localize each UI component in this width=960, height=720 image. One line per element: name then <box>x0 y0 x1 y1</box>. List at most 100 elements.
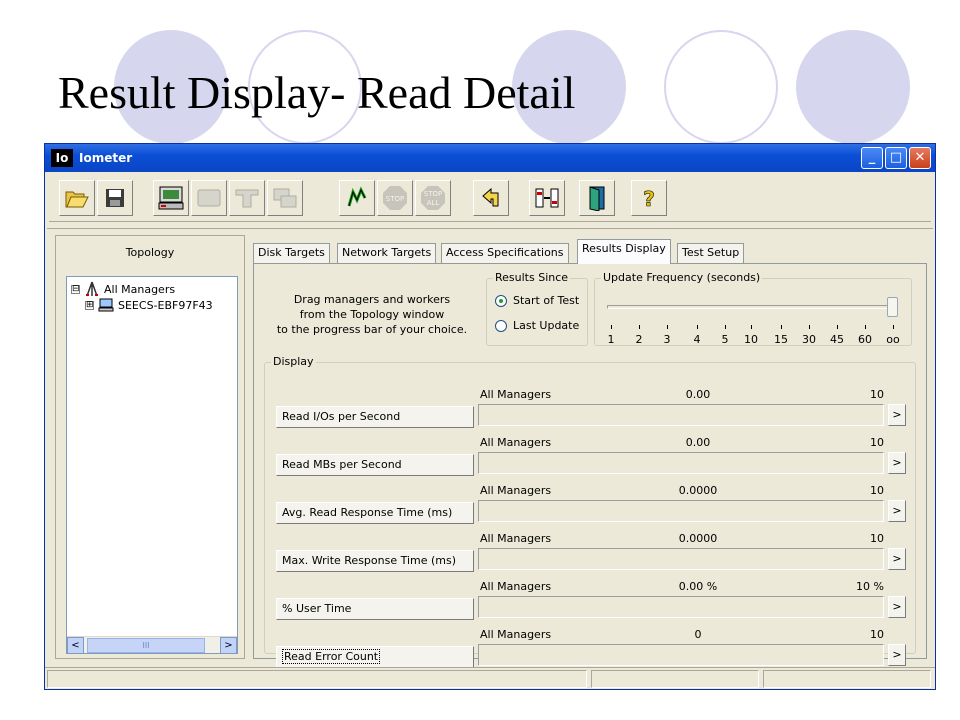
metric-max-label: 10 <box>870 628 884 641</box>
tree-horizontal-scrollbar[interactable]: < III > <box>67 636 237 654</box>
exit-managers-button[interactable] <box>529 180 565 216</box>
radio-start-of-test[interactable]: Start of Test <box>495 294 579 307</box>
computer-icon <box>98 298 114 312</box>
metric-more-button[interactable]: > <box>888 452 906 474</box>
close-button[interactable]: ✕ <box>909 147 931 169</box>
decor-circle-5 <box>796 30 910 144</box>
display-legend: Display <box>271 355 316 368</box>
title-bar[interactable]: Io Iometer _ □ ✕ <box>45 144 935 172</box>
tab-results-display[interactable]: Results Display <box>577 239 671 264</box>
metric-select-button[interactable]: Read I/Os per Second <box>276 406 474 428</box>
metric-value-label: 0.0000 <box>678 484 718 497</box>
minimize-button[interactable]: _ <box>861 147 883 169</box>
topology-tree[interactable]: ⊟ All Managers ⊞ SEECS-EBF97F43 < III > <box>66 276 238 654</box>
new-network-worker-button[interactable] <box>191 180 227 216</box>
metric-progress-bar[interactable] <box>478 548 884 570</box>
stop-button[interactable]: STOP <box>377 180 413 216</box>
tab-test-setup[interactable]: Test Setup <box>677 243 745 263</box>
exit-button[interactable] <box>579 180 615 216</box>
green-flag-icon <box>347 186 367 207</box>
window-title: Iometer <box>79 151 133 165</box>
metric-name-label: Read I/Os per Second <box>282 410 401 423</box>
metric-more-button[interactable]: > <box>888 500 906 522</box>
slider-tick-label: 4 <box>693 333 701 346</box>
tab-disk-targets[interactable]: Disk Targets <box>253 243 330 263</box>
metric-select-button[interactable]: Max. Write Response Time (ms) <box>276 550 474 572</box>
metric-more-button[interactable]: > <box>888 596 906 618</box>
exit-door-icon <box>589 186 605 211</box>
slider-tick-label: 15 <box>774 333 788 346</box>
metric-value-label: 0.00 <box>685 388 711 401</box>
metric-value-label: 0.00 <box>685 436 711 449</box>
start-tests-button[interactable] <box>339 180 375 216</box>
tab-network-targets[interactable]: Network Targets <box>337 243 437 263</box>
maximize-button[interactable]: □ <box>885 147 907 169</box>
metric-max-label: 10 % <box>856 580 884 593</box>
help-icon: ? <box>643 187 655 210</box>
slider-tick-mark <box>809 325 810 329</box>
metric-progress-bar[interactable] <box>478 644 884 666</box>
radio-last-update[interactable]: Last Update <box>495 319 579 332</box>
tree-item-manager[interactable]: ⊞ SEECS-EBF97F43 <box>85 297 213 313</box>
metric-select-button[interactable]: % User Time <box>276 598 474 620</box>
slider-tick-mark <box>837 325 838 329</box>
metric-select-button[interactable]: Read Error Count <box>276 646 474 668</box>
status-bar <box>45 667 935 689</box>
metric-name-label: Read Error Count <box>282 649 381 664</box>
metric-progress-bar[interactable] <box>478 596 884 618</box>
iometer-window: Io Iometer _ □ ✕ STOP STOP ALL ? Topolog… <box>44 143 936 690</box>
folder-open-icon <box>65 191 89 208</box>
slider-tick-mark <box>865 325 866 329</box>
scroll-thumb[interactable]: III <box>87 638 205 653</box>
expand-icon[interactable]: ⊞ <box>85 300 94 310</box>
about-button[interactable]: ? <box>631 180 667 216</box>
add-manager-button[interactable] <box>229 180 265 216</box>
tree-item-all-managers[interactable]: ⊟ All Managers <box>71 281 175 297</box>
slider-thumb[interactable] <box>887 297 898 317</box>
metric-source-label: All Managers <box>480 580 552 593</box>
topology-label: Topology <box>125 246 175 259</box>
radio-unselected-icon[interactable] <box>495 319 507 332</box>
metric-max-label: 10 <box>870 388 884 401</box>
metric-name-label: Avg. Read Response Time (ms) <box>282 506 453 519</box>
collapse-icon[interactable]: ⊟ <box>71 284 80 294</box>
tab-access-specifications[interactable]: Access Specifications <box>441 243 569 263</box>
metric-max-label: 10 <box>870 436 884 449</box>
slider-tick-label: 2 <box>635 333 643 346</box>
all-managers-icon <box>86 281 98 297</box>
metric-max-label: 10 <box>870 532 884 545</box>
metric-select-button[interactable]: Avg. Read Response Time (ms) <box>276 502 474 524</box>
metric-progress-bar[interactable] <box>478 500 884 522</box>
save-config-button[interactable] <box>97 180 133 216</box>
slider-tick-mark <box>781 325 782 329</box>
scroll-left-button[interactable]: < <box>67 637 84 654</box>
stop-all-button[interactable]: STOP ALL <box>415 180 451 216</box>
metric-select-button[interactable]: Read MBs per Second <box>276 454 474 476</box>
update-frequency-slider[interactable] <box>607 305 897 309</box>
slider-tick-mark <box>725 325 726 329</box>
metric-more-button[interactable]: > <box>888 404 906 426</box>
save-icon <box>106 189 124 207</box>
new-disk-worker-button[interactable] <box>153 180 189 216</box>
duplicate-worker-button[interactable] <box>267 180 303 216</box>
metric-name-label: Read MBs per Second <box>282 458 402 471</box>
open-config-button[interactable] <box>59 180 95 216</box>
scroll-right-button[interactable]: > <box>220 637 237 654</box>
toolbar: STOP STOP ALL ? <box>49 178 931 222</box>
slider-tick-label: oo <box>886 333 900 346</box>
metric-more-button[interactable]: > <box>888 548 906 570</box>
metric-source-label: All Managers <box>480 388 552 401</box>
metric-value-label: 0.00 % <box>678 580 718 593</box>
decor-circle-4 <box>664 30 778 144</box>
reset-workers-button[interactable] <box>473 180 509 216</box>
slider-tick-mark <box>667 325 668 329</box>
metric-progress-bar[interactable] <box>478 404 884 426</box>
slider-tick-mark <box>893 325 894 329</box>
metric-more-button[interactable]: > <box>888 644 906 666</box>
slider-tick-label: 5 <box>721 333 729 346</box>
disconnect-icon <box>535 188 559 208</box>
metric-progress-bar[interactable] <box>478 452 884 474</box>
radio-selected-icon[interactable] <box>495 294 507 307</box>
metric-source-label: All Managers <box>480 484 552 497</box>
drag-instructions: Drag managers and workers from the Topol… <box>276 293 468 336</box>
